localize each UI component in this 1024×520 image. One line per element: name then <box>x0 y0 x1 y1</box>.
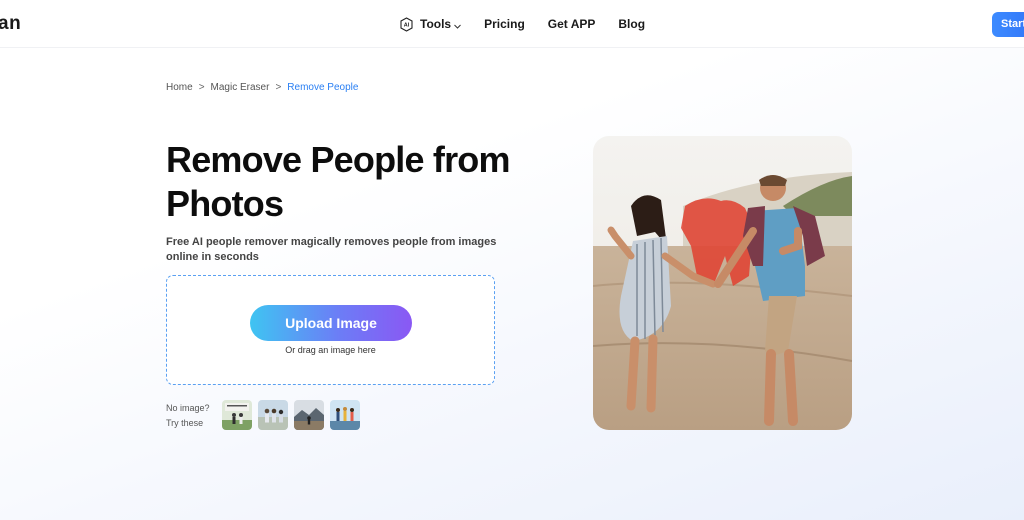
sample-thumbnails <box>222 400 366 430</box>
breadcrumb-home[interactable]: Home <box>166 82 193 93</box>
ai-icon: AI <box>399 16 414 32</box>
sample-thumbnail-3[interactable] <box>294 400 324 430</box>
sample-label-line1: No image? <box>166 403 210 413</box>
sample-label-line2: Try these <box>166 418 204 428</box>
nav-get-app[interactable]: Get APP <box>548 17 596 31</box>
breadcrumb-separator: > <box>198 82 205 93</box>
start-button[interactable]: Start <box>992 12 1024 37</box>
sample-thumbnail-1[interactable] <box>222 400 252 430</box>
chevron-down-icon <box>453 20 462 29</box>
nav-blog[interactable]: Blog <box>618 17 645 31</box>
hero-image <box>593 136 852 430</box>
nav-pricing[interactable]: Pricing <box>484 17 525 31</box>
page-title: Remove People from Photos <box>166 139 511 224</box>
sample-label: No image? Try these <box>166 401 210 431</box>
svg-text:AI: AI <box>404 22 410 28</box>
top-header: an AI Tools Pricing Get APP Blog Start <box>0 0 1024 48</box>
breadcrumb-magic-eraser[interactable]: Magic Eraser <box>211 82 270 93</box>
sample-thumbnail-2[interactable] <box>258 400 288 430</box>
nav-tools-label: Tools <box>420 17 452 31</box>
page-subtitle: Free AI people remover magically removes… <box>166 236 497 263</box>
drag-hint: Or drag an image here <box>285 345 376 355</box>
logo[interactable]: an <box>0 13 21 35</box>
nav-tools[interactable]: AI Tools <box>399 16 462 32</box>
breadcrumb: Home > Magic Eraser > Remove People <box>166 82 358 93</box>
breadcrumb-separator: > <box>275 82 282 93</box>
main-nav: AI Tools Pricing Get APP Blog <box>399 0 645 48</box>
upload-dropzone[interactable]: Upload Image Or drag an image here <box>166 275 495 385</box>
breadcrumb-remove-people: Remove People <box>287 82 359 93</box>
upload-image-button[interactable]: Upload Image <box>250 305 412 341</box>
sample-thumbnail-4[interactable] <box>330 400 360 430</box>
